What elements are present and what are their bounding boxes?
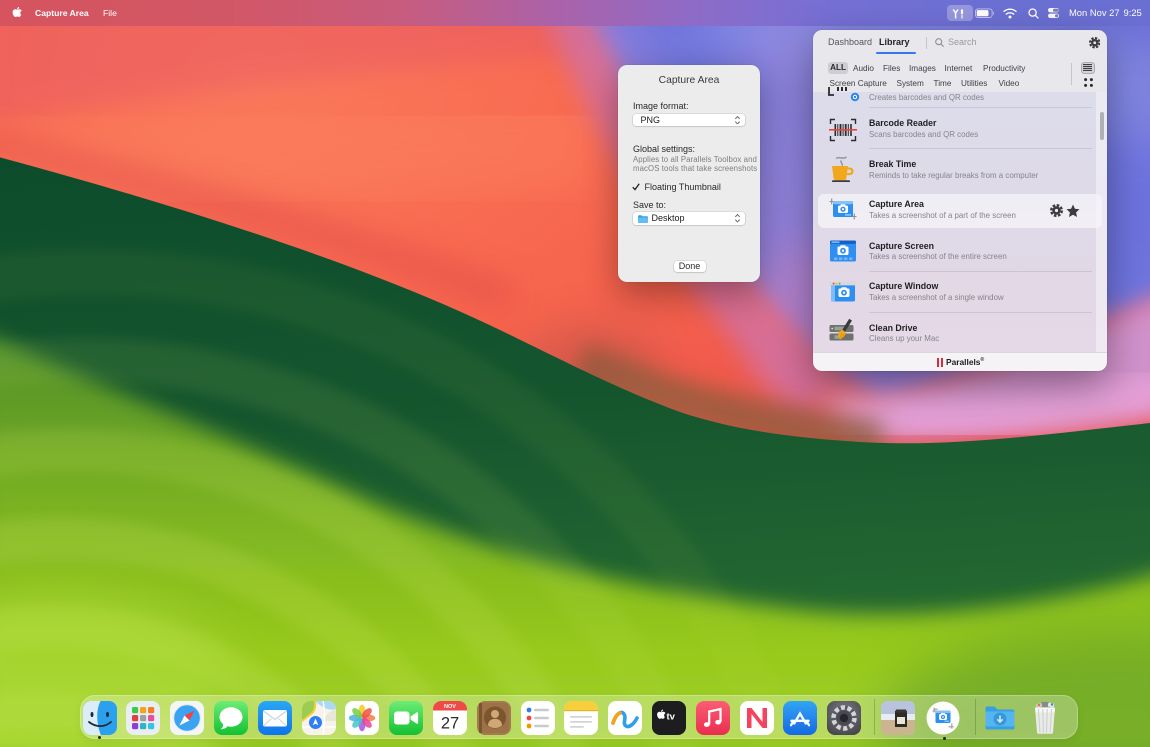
svg-text:NOV: NOV <box>444 704 456 710</box>
svg-text:tv: tv <box>667 711 676 722</box>
svg-text:27: 27 <box>441 714 459 732</box>
